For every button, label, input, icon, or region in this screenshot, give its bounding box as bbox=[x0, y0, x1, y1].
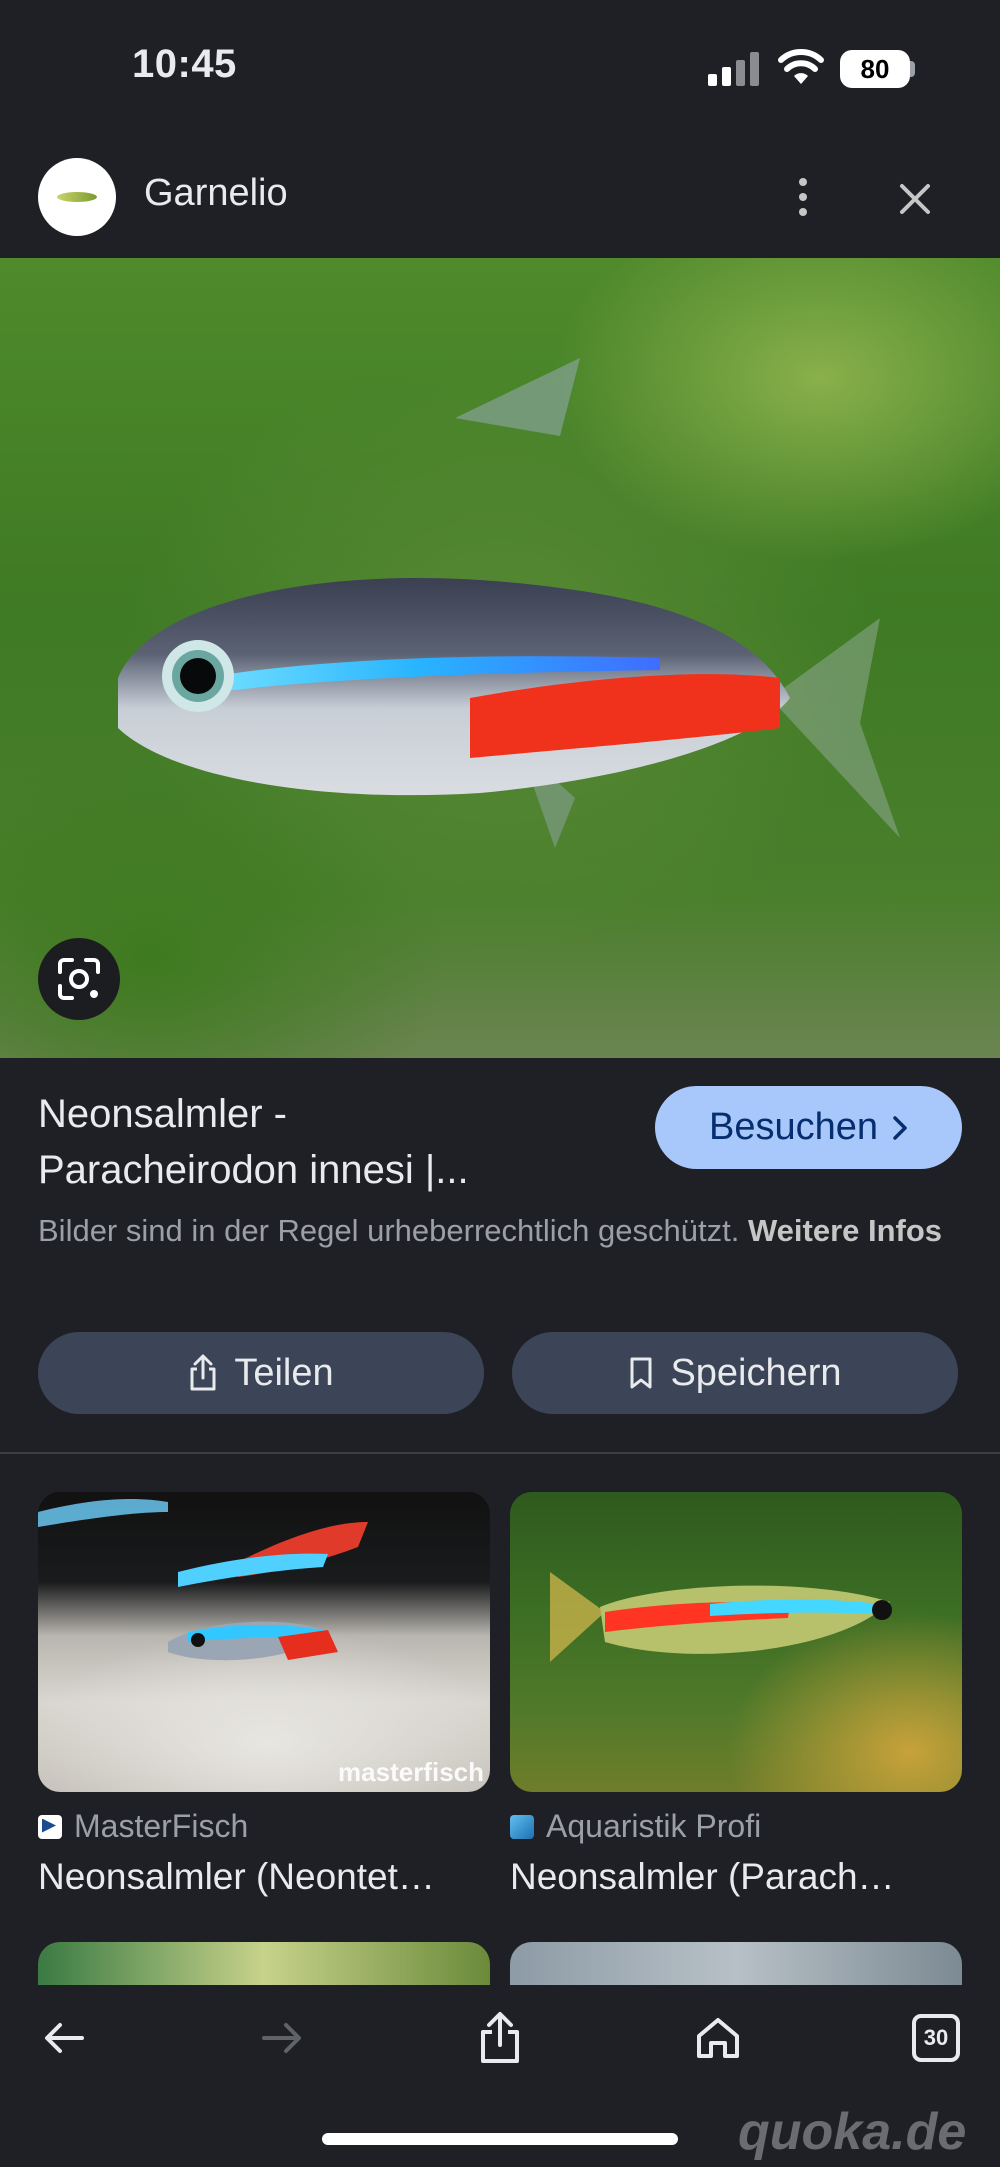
bookmark-icon bbox=[630, 1357, 652, 1389]
masterfisch-favicon-icon bbox=[38, 1814, 62, 1839]
result-title[interactable]: Neonsalmler - Paracheirodon innesi |... bbox=[38, 1086, 638, 1198]
site-name[interactable]: Garnelio bbox=[144, 172, 288, 215]
fish-thumbnail-image bbox=[550, 1572, 892, 1662]
home-indicator[interactable] bbox=[322, 2133, 678, 2145]
battery-icon: 80 bbox=[840, 50, 910, 88]
source-name: MasterFisch bbox=[74, 1808, 249, 1844]
cellular-signal-icon bbox=[708, 52, 759, 86]
watermark-text: quoka.de bbox=[738, 2103, 967, 2161]
toolbar-share-button[interactable] bbox=[470, 2008, 530, 2068]
source-name: Aquaristik Profi bbox=[546, 1808, 762, 1844]
neon-tetra-fish-image bbox=[118, 358, 900, 848]
more-info-link[interactable]: Weitere Infos bbox=[748, 1213, 942, 1248]
divider bbox=[0, 1452, 1000, 1454]
share-button[interactable]: Teilen bbox=[38, 1332, 484, 1414]
result-title-line2: Paracheirodon innesi |... bbox=[38, 1148, 469, 1192]
related-thumbnail[interactable] bbox=[510, 1492, 962, 1792]
forward-button[interactable] bbox=[252, 2008, 312, 2068]
back-button[interactable] bbox=[34, 2008, 94, 2068]
result-source[interactable]: Aquaristik Profi bbox=[510, 1808, 761, 1845]
chevron-right-icon bbox=[893, 1115, 907, 1140]
related-title[interactable]: Neonsalmler (Neontet… bbox=[38, 1856, 493, 1898]
arrow-left-icon bbox=[45, 2023, 84, 2053]
site-logo[interactable] bbox=[38, 158, 116, 236]
save-button[interactable]: Speichern bbox=[512, 1332, 958, 1414]
close-icon[interactable] bbox=[890, 174, 940, 224]
preview-image[interactable] bbox=[0, 258, 1000, 1058]
related-thumbnail[interactable]: masterfisch bbox=[38, 1492, 490, 1792]
google-lens-button[interactable] bbox=[38, 938, 120, 1020]
related-title[interactable]: Neonsalmler (Parach… bbox=[510, 1856, 965, 1898]
result-source[interactable]: MasterFisch bbox=[38, 1808, 248, 1845]
save-button-label: Speichern bbox=[670, 1351, 842, 1394]
share-icon bbox=[481, 2012, 519, 2063]
tabs-button[interactable]: 30 bbox=[906, 2008, 966, 2068]
arrow-right-icon bbox=[262, 2023, 301, 2053]
wifi-icon bbox=[778, 49, 824, 84]
fish-thumbnail-image bbox=[38, 1499, 368, 1661]
home-icon bbox=[697, 2018, 739, 2058]
tabs-count: 30 bbox=[912, 2014, 960, 2062]
visit-button[interactable]: Besuchen bbox=[655, 1086, 962, 1169]
share-icon bbox=[190, 1354, 216, 1391]
copyright-notice: Bilder sind in der Regel urheberrechtlic… bbox=[38, 1208, 968, 1253]
more-options-icon[interactable] bbox=[786, 172, 820, 222]
thumbnail-watermark: masterfisch bbox=[338, 1757, 484, 1787]
copyright-text: Bilder sind in der Regel urheberrechtlic… bbox=[38, 1213, 740, 1248]
result-title-line1: Neonsalmler - bbox=[38, 1092, 287, 1136]
visit-button-label: Besuchen bbox=[708, 1106, 878, 1148]
status-time: 10:45 bbox=[132, 42, 237, 86]
battery-tip bbox=[910, 61, 915, 77]
home-button[interactable] bbox=[688, 2008, 748, 2068]
google-lens-icon bbox=[58, 958, 100, 1000]
aquaristik-favicon-icon bbox=[510, 1814, 534, 1839]
share-button-label: Teilen bbox=[234, 1351, 334, 1394]
battery-level: 80 bbox=[860, 53, 890, 84]
